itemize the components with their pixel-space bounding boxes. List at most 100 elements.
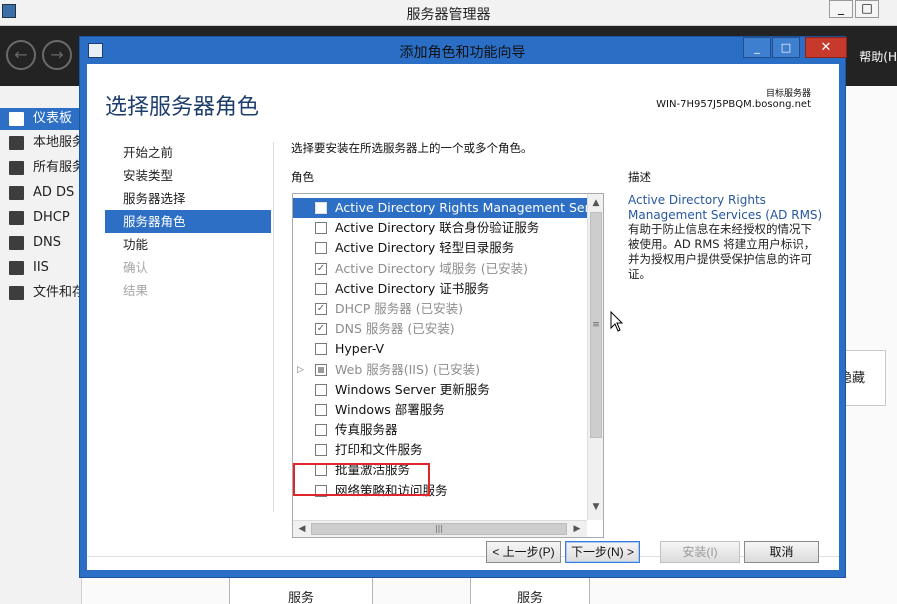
page-heading: 选择服务器角色	[105, 95, 260, 120]
cancel-button[interactable]: 取消	[744, 541, 819, 563]
help-menu[interactable]: 帮助(H	[859, 48, 897, 65]
roles-vertical-scrollbar[interactable]: ▲ ≡ ▼	[587, 194, 603, 520]
expand-arrow-icon[interactable]: ▷	[297, 360, 304, 380]
scroll-right-icon[interactable]: ▶	[570, 522, 584, 536]
horizontal-scroll-thumb[interactable]: |||	[311, 523, 567, 535]
services-tile-2[interactable]: 服务	[470, 578, 590, 604]
role-label: Active Directory 联合身份验证服务	[335, 220, 540, 236]
role-dns[interactable]: ✓ DNS 服务器 (已安装)	[293, 319, 587, 339]
vertical-scroll-thumb[interactable]: ≡	[590, 212, 602, 438]
server-icon	[9, 136, 24, 150]
role-ad-cs[interactable]: Active Directory 证书服务	[293, 279, 587, 299]
sm-minimize-button[interactable]: _	[829, 0, 853, 18]
previous-button[interactable]: < 上一步(P)	[486, 541, 561, 563]
role-checkbox[interactable]: ✓	[315, 262, 327, 275]
role-checkbox[interactable]	[315, 444, 327, 457]
role-hyper-v[interactable]: Hyper-V	[293, 339, 587, 359]
wizard-close-button[interactable]: ✕	[805, 37, 847, 58]
sidebar-item-dashboard[interactable]: 仪表板	[0, 108, 82, 130]
next-button[interactable]: 下一步(N) >	[565, 541, 640, 563]
back-arrow-icon[interactable]: ←	[6, 40, 36, 70]
dhcp-icon	[9, 211, 24, 225]
step-server-selection[interactable]: 服务器选择	[105, 187, 271, 210]
roles-horizontal-scrollbar[interactable]: ◀ ||| ▶	[293, 520, 587, 537]
steps-divider	[273, 142, 274, 512]
role-checkbox[interactable]	[315, 403, 327, 416]
role-dhcp[interactable]: ✓ DHCP 服务器 (已安装)	[293, 299, 587, 319]
scroll-up-icon[interactable]: ▲	[589, 196, 603, 210]
sidebar-item-file-storage[interactable]: 文件和存储服务	[0, 282, 82, 304]
role-checkbox[interactable]	[315, 282, 327, 295]
step-results: 结果	[123, 283, 149, 298]
roles-header: 角色	[291, 170, 314, 184]
role-checkbox[interactable]	[315, 383, 327, 396]
description-title: Active Directory Rights Management Servi…	[628, 193, 823, 222]
target-server-label: 目标服务器	[765, 89, 811, 99]
sidebar-item-label: IIS	[33, 260, 49, 275]
scroll-down-icon[interactable]: ▼	[589, 500, 603, 514]
role-ad-lds[interactable]: Active Directory 轻型目录服务	[293, 238, 587, 258]
tile-label: 服务	[287, 591, 314, 604]
wizard-maximize-button[interactable]: □	[772, 37, 800, 58]
role-label: Active Directory 证书服务	[335, 280, 490, 296]
step-before-you-begin[interactable]: 开始之前	[105, 141, 271, 164]
tile-label: 服务	[516, 591, 543, 604]
role-label: 打印和文件服务	[335, 442, 423, 458]
sidebar-item-label: AD DS	[33, 185, 75, 200]
add-roles-wizard-window: 添加角色和功能向导 _ □ ✕ 选择服务器角色 目标服务器 WIN-7H957J…	[79, 36, 847, 578]
sidebar-item-label: 所有服务器	[33, 160, 82, 175]
description-body: 有助于防止信息在未经授权的情况下被使用。AD RMS 将建立用户标识，并为授权用…	[628, 222, 816, 281]
role-ad-fs[interactable]: Active Directory 联合身份验证服务	[293, 218, 587, 238]
mouse-cursor-icon	[610, 311, 624, 332]
dns-icon	[9, 236, 24, 250]
sidebar-item-all-servers[interactable]: 所有服务器	[0, 157, 82, 179]
forward-arrow-icon[interactable]: →	[42, 40, 72, 70]
sidebar-item-iis[interactable]: IIS	[0, 257, 82, 279]
iis-icon	[9, 261, 24, 275]
step-features[interactable]: 功能	[105, 233, 271, 256]
role-ad-ds[interactable]: ✓ Active Directory 域服务 (已安装)	[293, 259, 587, 279]
role-checkbox[interactable]	[315, 424, 327, 437]
role-ad-rms[interactable]: Active Directory Rights Management Servi…	[293, 198, 587, 219]
sidebar-item-label: 本地服务器	[33, 135, 82, 150]
role-checkbox[interactable]	[315, 202, 327, 214]
role-fax-server[interactable]: 传真服务器	[293, 420, 587, 440]
role-label: Web 服务器(IIS) (已安装)	[335, 361, 481, 377]
sidebar-item-ad-ds[interactable]: AD DS	[0, 182, 82, 204]
role-wds[interactable]: Windows 部署服务	[293, 400, 587, 420]
role-wsus[interactable]: Windows Server 更新服务	[293, 380, 587, 400]
servers-icon	[9, 161, 24, 175]
sidebar-item-dns[interactable]: DNS	[0, 232, 82, 254]
step-installation-type[interactable]: 安装类型	[105, 164, 271, 187]
role-checkbox[interactable]	[315, 343, 327, 356]
sm-maximize-button[interactable]: □	[855, 0, 879, 18]
wizard-steps: 开始之前 安装类型 服务器选择 服务器角色 功能 确认 结果	[105, 141, 271, 302]
file-storage-icon	[9, 286, 24, 300]
services-tile-1[interactable]: 服务	[229, 578, 373, 604]
role-checkbox[interactable]: ✓	[315, 323, 327, 336]
role-label: Active Directory 轻型目录服务	[335, 240, 515, 256]
role-checkbox[interactable]	[315, 242, 327, 255]
role-checkbox[interactable]: ✓	[315, 302, 327, 315]
scroll-left-icon[interactable]: ◀	[295, 522, 309, 536]
sidebar-item-dhcp[interactable]: DHCP	[0, 207, 82, 229]
dashboard-icon	[9, 112, 24, 126]
sidebar-item-label: 文件和存储服务	[33, 285, 82, 300]
server-manager-title: 服务器管理器	[406, 7, 491, 23]
instruction-text: 选择要安装在所选服务器上的一个或多个角色。	[291, 141, 533, 155]
annotation-highlight-box	[293, 463, 430, 496]
role-label: Windows Server 更新服务	[335, 381, 490, 397]
role-print-document[interactable]: 打印和文件服务	[293, 440, 587, 460]
server-manager-titlebar: 服务器管理器 _ □	[0, 0, 897, 26]
server-manager-sidebar: 仪表板 本地服务器 所有服务器 AD DS DHCP DNS IIS 文件和存储…	[0, 86, 82, 604]
role-checkbox[interactable]	[315, 363, 327, 376]
step-server-roles[interactable]: 服务器角色	[105, 210, 271, 233]
sidebar-item-local-server[interactable]: 本地服务器	[0, 132, 82, 154]
wizard-body: 选择服务器角色 目标服务器 WIN-7H957J5PBQM.bosong.net…	[87, 64, 839, 570]
role-web-server-iis[interactable]: ▷ Web 服务器(IIS) (已安装)	[293, 360, 587, 380]
role-checkbox[interactable]	[315, 222, 327, 235]
wizard-title: 添加角色和功能向导	[399, 45, 526, 61]
ad-ds-icon	[9, 186, 24, 200]
role-label: Active Directory 域服务 (已安装)	[335, 260, 528, 276]
wizard-minimize-button[interactable]: _	[743, 37, 771, 58]
